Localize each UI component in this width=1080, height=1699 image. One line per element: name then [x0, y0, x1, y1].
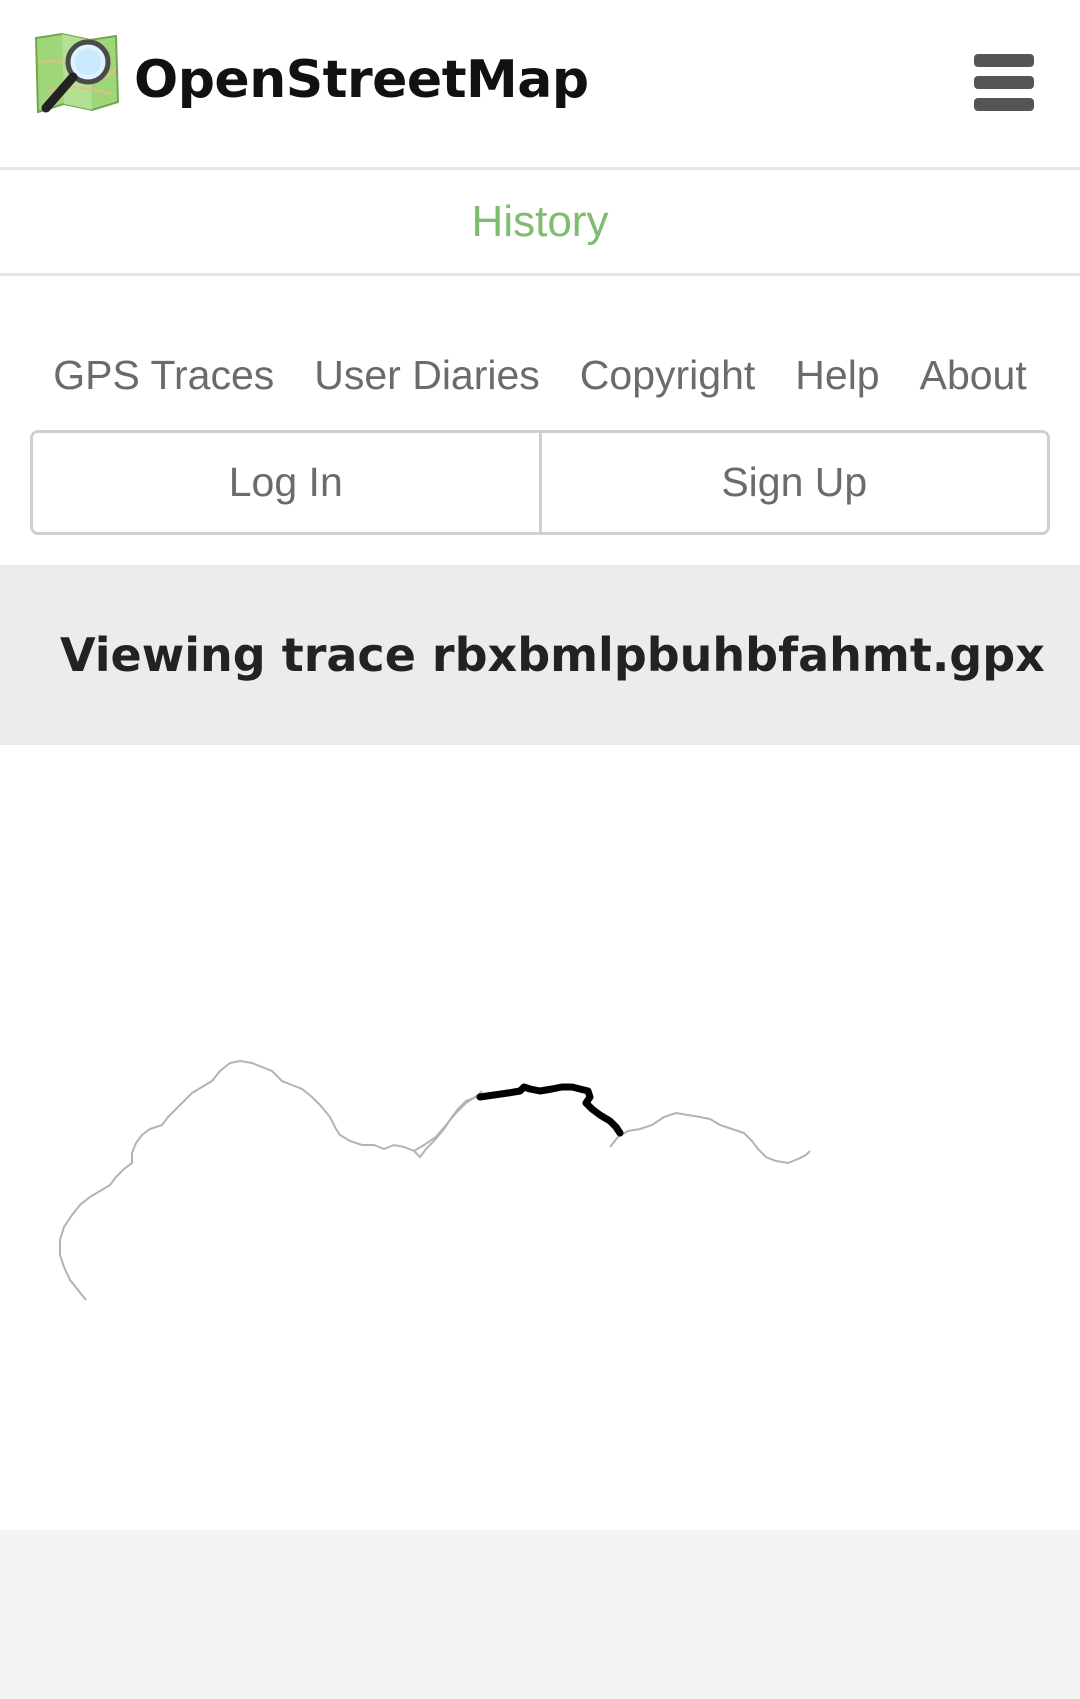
page-title: Viewing trace rbxbmlpbuhbfahmt.gpx [60, 628, 1045, 682]
gps-trace-drawing [59, 1059, 811, 1301]
nav-user-diaries[interactable]: User Diaries [314, 345, 540, 405]
gps-trace-path-east [609, 1111, 811, 1165]
tab-history[interactable]: History [472, 197, 609, 247]
primary-tab-bar: History [0, 170, 1080, 276]
signup-button[interactable]: Sign Up [538, 433, 1047, 532]
hamburger-menu-icon[interactable] [972, 52, 1036, 112]
auth-button-group: Log In Sign Up [30, 430, 1050, 535]
nav-help[interactable]: Help [795, 345, 879, 405]
login-button[interactable]: Log In [33, 433, 539, 532]
page-footer-area [0, 1530, 1080, 1699]
openstreetmap-logo-icon[interactable] [32, 32, 120, 120]
secondary-nav: GPS Traces User Diaries Copyright Help A… [0, 345, 1080, 405]
nav-about[interactable]: About [920, 345, 1027, 405]
trace-map-image [0, 745, 1080, 1530]
gps-trace-path [59, 1059, 483, 1301]
page-title-band: Viewing trace rbxbmlpbuhbfahmt.gpx [0, 565, 1080, 745]
nav-copyright[interactable]: Copyright [580, 345, 755, 405]
gps-trace-highlight [476, 1083, 624, 1137]
site-header: OpenStreetMap [0, 0, 1080, 170]
nav-gps-traces[interactable]: GPS Traces [53, 345, 274, 405]
site-brand-name[interactable]: OpenStreetMap [134, 50, 589, 110]
